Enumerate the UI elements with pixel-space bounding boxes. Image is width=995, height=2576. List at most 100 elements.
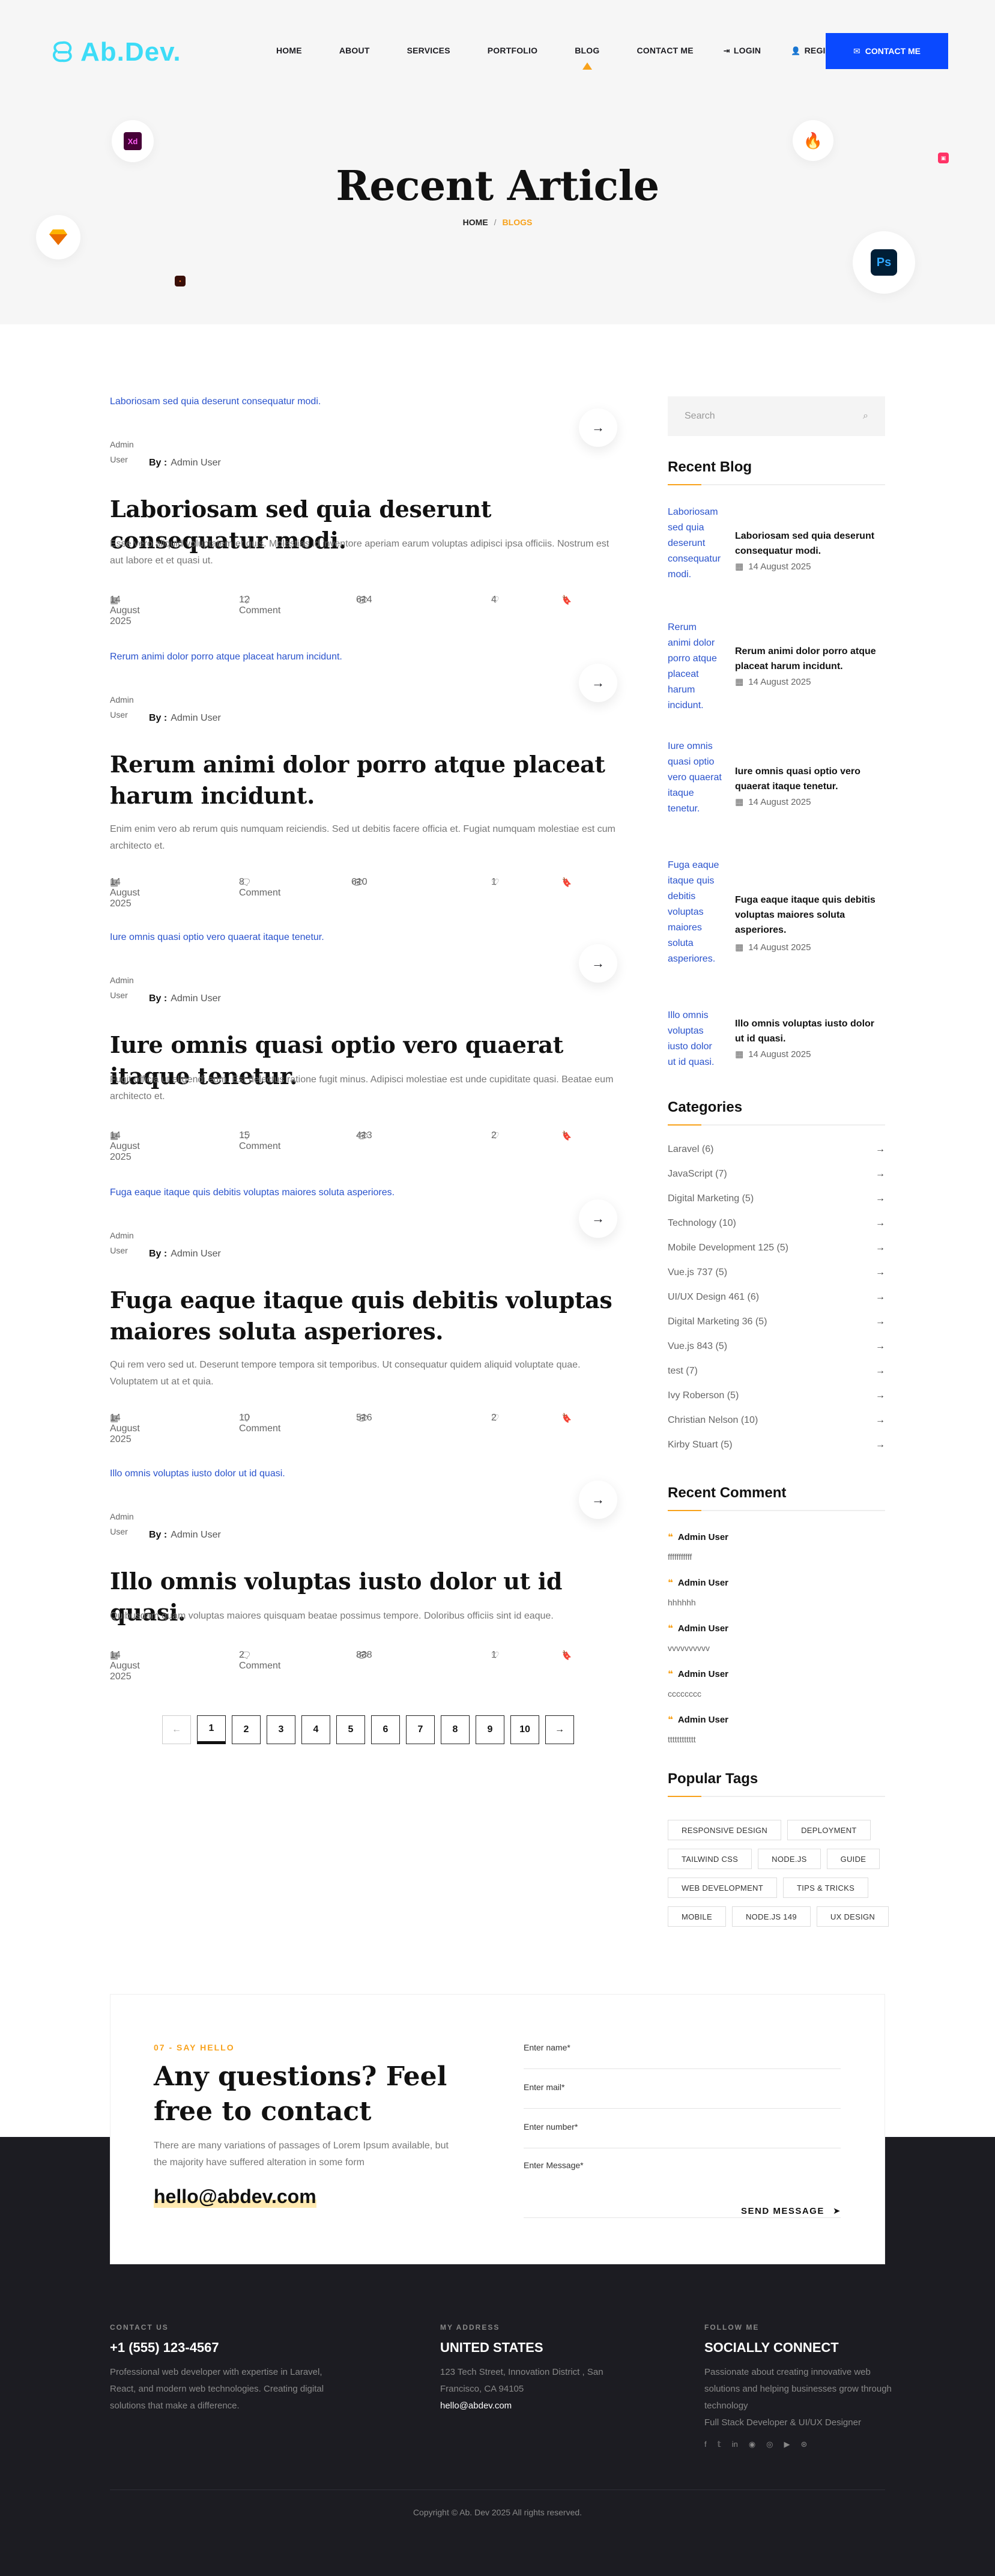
tag-item[interactable]: GUIDE bbox=[826, 1849, 880, 1869]
category-item[interactable]: Christian Nelson (10) → bbox=[668, 1413, 885, 1428]
tag-item[interactable]: NODE.JS 149 bbox=[731, 1906, 811, 1927]
arrow-right-icon: → bbox=[591, 420, 605, 435]
search-input[interactable]: Search bbox=[685, 411, 715, 422]
tag-item[interactable]: NODE.JS bbox=[758, 1849, 821, 1869]
category-item[interactable]: Vue.js 737 (5) → bbox=[668, 1265, 885, 1280]
tag-item[interactable]: TIPS & TRICKS bbox=[782, 1877, 869, 1898]
nav-login[interactable]: ⇥ LOGIN bbox=[724, 46, 761, 56]
category-item[interactable]: Ivy Roberson (5) → bbox=[668, 1389, 885, 1403]
youtube-icon[interactable]: ▶ bbox=[784, 2440, 790, 2449]
like-button[interactable]: ♡ 2 bbox=[491, 1130, 499, 1141]
page-3[interactable]: 3 bbox=[267, 1715, 295, 1744]
post-image[interactable]: Rerum animi dolor porro atque placeat ha… bbox=[110, 652, 342, 662]
email-field[interactable]: Enter mail* bbox=[524, 2082, 841, 2109]
pagination-prev[interactable]: ← bbox=[162, 1715, 191, 1744]
contact-me-button[interactable]: ✉ CONTACT ME bbox=[826, 33, 948, 69]
tag-item[interactable]: MOBILE bbox=[668, 1906, 726, 1927]
tag-item[interactable]: UX DESIGN bbox=[816, 1906, 889, 1927]
category-item[interactable]: Digital Marketing 36 (5) → bbox=[668, 1315, 885, 1329]
category-item[interactable]: Digital Marketing (5) → bbox=[668, 1192, 885, 1206]
post-title[interactable]: Rerum animi dolor porro atque placeat ha… bbox=[110, 749, 617, 811]
nav-contact[interactable]: CONTACT ME bbox=[637, 46, 693, 56]
tag-item[interactable]: RESPONSIVE DESIGN bbox=[668, 1820, 782, 1840]
post-image[interactable]: Fuga eaque itaque quis debitis voluptas … bbox=[110, 1187, 395, 1198]
page-4[interactable]: 4 bbox=[301, 1715, 330, 1744]
category-item[interactable]: JavaScript (7) → bbox=[668, 1167, 885, 1181]
post-views: 👁 614 bbox=[356, 595, 372, 605]
pagination-next[interactable]: → bbox=[545, 1715, 574, 1744]
twitter-icon[interactable]: 𝕥 bbox=[718, 2440, 721, 2449]
nav-portfolio[interactable]: PORTFOLIO bbox=[488, 46, 537, 56]
search-icon[interactable]: ⌕ bbox=[863, 411, 868, 422]
read-more-button[interactable]: → bbox=[579, 408, 617, 447]
post-title[interactable]: Fuga eaque itaque quis debitis voluptas … bbox=[110, 1285, 617, 1347]
post-image[interactable]: Laboriosam sed quia deserunt consequatur… bbox=[110, 396, 321, 407]
recent-blog-item[interactable]: Laboriosam sed quia deserunt consequatur… bbox=[668, 505, 885, 601]
post-image[interactable]: Illo omnis voluptas iusto dolor ut id qu… bbox=[110, 1468, 285, 1479]
recent-blog-item[interactable]: Illo omnis voluptas iusto dolor ut id qu… bbox=[668, 1008, 885, 1080]
post-image[interactable]: Iure omnis quasi optio vero quaerat itaq… bbox=[110, 932, 324, 942]
like-button[interactable]: ♡ 4 bbox=[491, 595, 499, 605]
site-logo[interactable]: Ab.Dev. bbox=[49, 37, 181, 67]
page-7[interactable]: 7 bbox=[406, 1715, 435, 1744]
category-item[interactable]: UI/UX Design 461 (6) → bbox=[668, 1290, 885, 1305]
recent-blog-title-text[interactable]: Rerum animi dolor porro atque placeat ha… bbox=[735, 644, 885, 674]
category-item[interactable]: Kirby Stuart (5) → bbox=[668, 1438, 885, 1452]
page-6[interactable]: 6 bbox=[371, 1715, 400, 1744]
bookmark-button[interactable]: 🔖 bbox=[560, 877, 572, 888]
page-9[interactable]: 9 bbox=[476, 1715, 504, 1744]
like-button[interactable]: ♡ 1 bbox=[491, 1650, 499, 1661]
nav-home[interactable]: HOME bbox=[276, 46, 302, 56]
breadcrumb-home[interactable]: HOME bbox=[463, 217, 488, 227]
recent-blog-item[interactable]: Rerum animi dolor porro atque placeat ha… bbox=[668, 620, 885, 722]
facebook-icon[interactable]: f bbox=[704, 2440, 707, 2449]
category-item[interactable]: Vue.js 843 (5) → bbox=[668, 1339, 885, 1354]
nav-about[interactable]: ABOUT bbox=[339, 46, 370, 56]
number-field[interactable]: Enter number* bbox=[524, 2122, 841, 2148]
page-2[interactable]: 2 bbox=[232, 1715, 261, 1744]
category-item[interactable]: test (7) → bbox=[668, 1364, 885, 1378]
page-1[interactable]: 1 bbox=[197, 1715, 226, 1744]
read-more-button[interactable]: → bbox=[579, 944, 617, 983]
dribbble-icon[interactable]: ⊛ bbox=[801, 2440, 808, 2449]
bookmark-button[interactable]: 🔖 bbox=[560, 1130, 572, 1141]
recent-blog-title-text[interactable]: Laboriosam sed quia deserunt consequatur… bbox=[735, 529, 885, 559]
read-more-button[interactable]: → bbox=[579, 664, 617, 702]
recent-blog-item[interactable]: Fuga eaque itaque quis debitis voluptas … bbox=[668, 858, 885, 993]
linkedin-icon[interactable]: in bbox=[732, 2440, 738, 2449]
page-5[interactable]: 5 bbox=[336, 1715, 365, 1744]
nav-services[interactable]: SERVICES bbox=[407, 46, 450, 56]
github-icon[interactable]: ◉ bbox=[749, 2440, 755, 2449]
author-avatar: Admin User bbox=[110, 1231, 134, 1255]
footer-email[interactable]: hello@abdev.com bbox=[440, 2398, 620, 2414]
nav-blog[interactable]: BLOG bbox=[575, 46, 599, 70]
recent-blog-title-text[interactable]: Iure omnis quasi optio vero quaerat itaq… bbox=[735, 764, 885, 794]
like-button[interactable]: ♡ 2 bbox=[491, 1413, 499, 1423]
category-item[interactable]: Mobile Development 125 (5) → bbox=[668, 1241, 885, 1255]
page-10[interactable]: 10 bbox=[510, 1715, 539, 1744]
recent-blog-title-text[interactable]: Illo omnis voluptas iusto dolor ut id qu… bbox=[735, 1016, 885, 1046]
recent-blog-title: Recent Blog bbox=[668, 459, 752, 475]
contact-email[interactable]: hello@abdev.com bbox=[154, 2186, 316, 2208]
category-item[interactable]: Technology (10) → bbox=[668, 1216, 885, 1231]
tag-item[interactable]: DEPLOYMENT bbox=[787, 1820, 871, 1840]
footer-phone[interactable]: +1 (555) 123-4567 bbox=[110, 2340, 338, 2356]
tag-item[interactable]: WEB DEVELOPMENT bbox=[668, 1877, 777, 1898]
tag-item[interactable]: TAILWIND CSS bbox=[668, 1849, 752, 1869]
read-more-button[interactable]: → bbox=[579, 1199, 617, 1238]
name-field[interactable]: Enter name* bbox=[524, 2043, 841, 2069]
recent-blog-item[interactable]: Iure omnis quasi optio vero quaerat itaq… bbox=[668, 739, 885, 841]
page-8[interactable]: 8 bbox=[441, 1715, 470, 1744]
read-more-button[interactable]: → bbox=[579, 1480, 617, 1519]
sidebar-search[interactable]: Search ⌕ bbox=[668, 396, 885, 436]
category-item[interactable]: Laravel (6) → bbox=[668, 1142, 885, 1157]
send-message-button[interactable]: SEND MESSAGE ➤ bbox=[741, 2205, 841, 2217]
instagram-icon[interactable]: ◎ bbox=[766, 2440, 773, 2449]
bookmark-button[interactable]: 🔖 bbox=[560, 595, 572, 605]
recent-blog-thumb: Iure omnis quasi optio vero quaerat itaq… bbox=[668, 741, 722, 814]
like-button[interactable]: ♡ 1 bbox=[491, 877, 499, 888]
bookmark-button[interactable]: 🔖 bbox=[560, 1650, 572, 1661]
breadcrumb-current: BLOGS bbox=[502, 217, 533, 227]
bookmark-button[interactable]: 🔖 bbox=[560, 1413, 572, 1423]
recent-blog-title-text[interactable]: Fuga eaque itaque quis debitis voluptas … bbox=[735, 893, 885, 938]
